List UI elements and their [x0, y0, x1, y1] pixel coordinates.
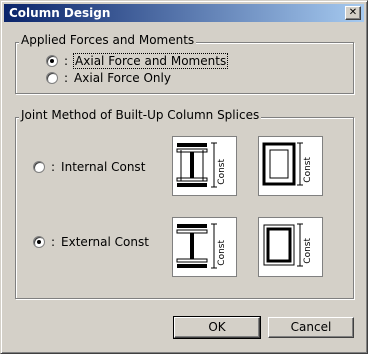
external-i-section-diagram: Const: [172, 217, 237, 277]
radio-label: Axial Force Only: [74, 71, 171, 85]
internal-box-section-diagram: Const: [258, 136, 323, 196]
radio-separator: :: [64, 54, 69, 68]
radio-label: External Const: [61, 235, 149, 249]
radio-label: Axial Force and Moments: [73, 53, 229, 69]
internal-i-section-diagram: Const: [172, 136, 237, 196]
radio-button-checked[interactable]: [33, 236, 45, 248]
radio-separator: :: [51, 235, 56, 249]
const-dimension-label: Const: [303, 238, 313, 264]
title-bar[interactable]: Column Design ✕: [4, 4, 364, 22]
close-icon: ✕: [348, 7, 358, 18]
radio-separator: :: [51, 160, 56, 174]
const-dimension-label: Const: [217, 240, 227, 266]
applied-forces-group-label: Applied Forces and Moments: [19, 33, 197, 47]
radio-internal-const[interactable]: : Internal Const: [33, 159, 145, 175]
external-box-section-diagram: Const: [258, 217, 323, 277]
radio-external-const[interactable]: : External Const: [33, 234, 149, 250]
radio-separator: :: [64, 71, 69, 85]
radio-button[interactable]: [46, 72, 58, 84]
radio-button-checked[interactable]: [46, 55, 58, 67]
splice-method-group-label: Joint Method of Built-Up Column Splices: [19, 108, 262, 122]
const-dimension-label: Const: [303, 157, 313, 183]
radio-axial-force-only[interactable]: : Axial Force Only: [46, 70, 171, 86]
close-button[interactable]: ✕: [345, 6, 361, 20]
window-title: Column Design: [9, 6, 111, 20]
radio-button[interactable]: [33, 161, 45, 173]
const-dimension-label: Const: [217, 159, 227, 185]
radio-axial-force-and-moments[interactable]: : Axial Force and Moments: [46, 53, 229, 69]
column-design-dialog: Column Design ✕ Applied Forces and Momen…: [0, 0, 368, 354]
ok-button[interactable]: OK: [173, 316, 261, 339]
cancel-button[interactable]: Cancel: [268, 317, 354, 338]
radio-label: Internal Const: [61, 160, 146, 174]
